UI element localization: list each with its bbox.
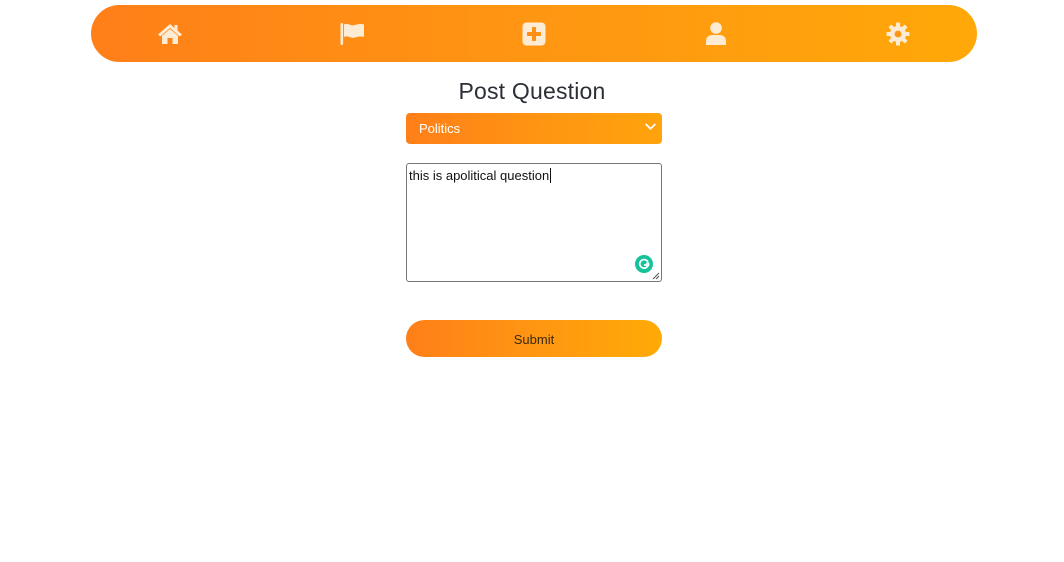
gear-icon xyxy=(886,22,910,46)
plus-square-icon xyxy=(522,22,546,46)
nav-settings[interactable] xyxy=(884,20,912,48)
category-select[interactable]: Politics xyxy=(406,113,662,144)
nav-profile[interactable] xyxy=(702,20,730,48)
nav-reports[interactable] xyxy=(338,20,366,48)
resize-grip-icon[interactable] xyxy=(652,272,660,280)
submit-label: Submit xyxy=(513,332,555,347)
page-title: Post Question xyxy=(458,78,606,104)
category-selected-value: Politics xyxy=(419,121,461,136)
question-text: this is apolitical question xyxy=(409,168,550,183)
flag-icon xyxy=(340,23,364,45)
text-caret xyxy=(550,168,552,183)
grammarly-icon xyxy=(638,258,650,269)
top-navbar xyxy=(91,5,977,62)
nav-post-question[interactable] xyxy=(520,20,548,48)
home-icon xyxy=(158,24,182,44)
chevron-down-icon xyxy=(645,123,656,130)
user-icon xyxy=(706,22,726,45)
nav-home[interactable] xyxy=(156,20,184,48)
submit-button[interactable]: Submit xyxy=(406,320,662,357)
question-textarea[interactable]: this is apolitical question xyxy=(406,163,662,282)
grammarly-button[interactable] xyxy=(635,255,653,273)
